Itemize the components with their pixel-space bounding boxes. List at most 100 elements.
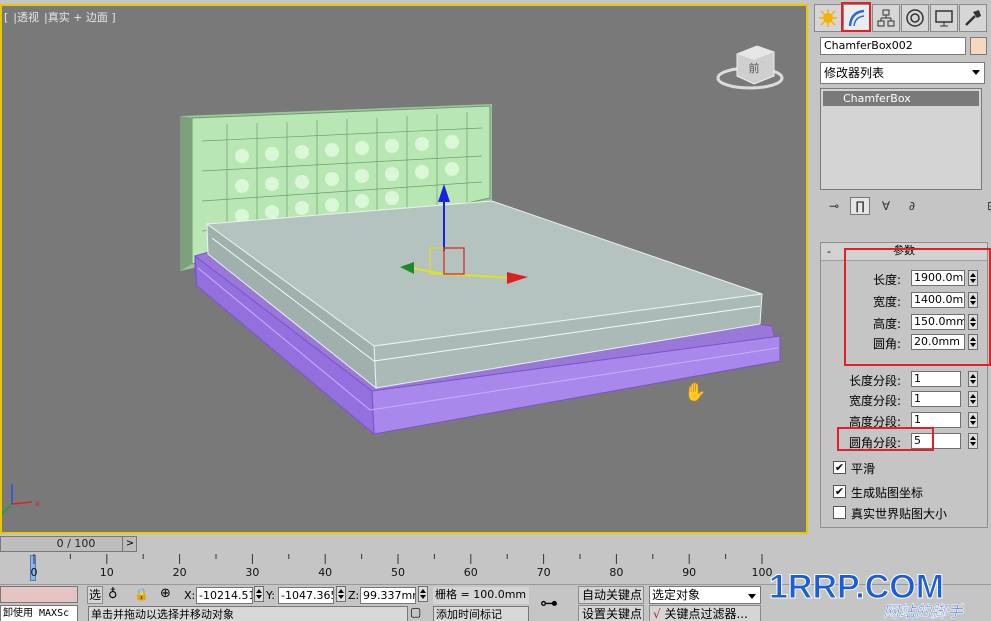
viewcube-face-label: 前 <box>749 61 760 75</box>
object-name-field[interactable]: ChamferBox002 <box>820 37 966 55</box>
height-segs-input[interactable]: 1 <box>911 412 961 428</box>
key-filters-button[interactable]: √ 关键点过滤器... <box>649 605 761 621</box>
stack-item-chamferbox[interactable]: ChamferBox <box>823 91 979 106</box>
lock-icon[interactable]: 🔒 <box>134 587 149 601</box>
modifier-list-dropdown[interactable]: 修改器列表 <box>820 62 985 84</box>
tick-label: 80 <box>609 566 624 579</box>
maxscript-mini-listener[interactable]: 卸使用 MAXSc <box>0 605 78 621</box>
param-label: 长度分段: <box>848 374 901 388</box>
tab-motion[interactable] <box>901 4 929 32</box>
hand-cursor-icon: ✋ <box>684 381 706 403</box>
axis-tripod-icon: x <box>2 484 40 515</box>
utilities-icon <box>965 10 981 26</box>
auto-key-button[interactable]: 自动关键点 <box>578 586 644 604</box>
display-icon <box>935 10 953 27</box>
create-icon <box>819 9 837 27</box>
fillet-segs-input[interactable]: 5 <box>911 433 961 449</box>
z-label: Z: <box>348 589 360 602</box>
z-coordinate-input[interactable]: 99.337mm <box>360 587 416 604</box>
key-icon[interactable]: ⊶ <box>540 593 558 614</box>
perspective-viewport[interactable]: [|透视 |真实 + 边面 ] 前 ✋ x <box>0 4 808 534</box>
spinner-icon[interactable] <box>968 314 978 330</box>
param-width-input[interactable]: 1400.0mm <box>911 292 965 308</box>
chevron-down-icon <box>972 70 980 75</box>
tick-label: 20 <box>172 566 187 579</box>
spinner-icon[interactable] <box>968 391 978 407</box>
key-filter-icon: √ <box>653 607 661 621</box>
param-height-segs: 高度分段: 1 <box>821 412 989 430</box>
rollout-header[interactable]: - 参数 <box>821 243 987 261</box>
pin-stack-icon[interactable]: ⊸ <box>824 197 844 215</box>
param-fillet: 圆角: 20.0mm <box>821 334 989 352</box>
modifier-list-label: 修改器列表 <box>824 66 885 80</box>
collapse-icon: - <box>827 245 831 258</box>
add-time-tag[interactable]: 添加时间标记 <box>433 606 529 621</box>
chevron-down-icon <box>748 594 756 599</box>
show-end-result-icon[interactable]: ∏ <box>850 197 870 215</box>
spinner-icon[interactable] <box>968 334 978 350</box>
key-mode-dropdown[interactable]: 选定对象 <box>649 586 761 604</box>
timeline: 0 / 100 > 0 10 20 30 40 50 60 70 80 90 100 <box>0 534 808 584</box>
x-coordinate-input[interactable]: -10214.51 <box>196 587 253 604</box>
y-label: Y: <box>266 589 275 602</box>
isolate-icon[interactable]: ♁ <box>108 587 118 602</box>
viewcube[interactable]: 前 <box>716 45 784 90</box>
param-label: 高度分段: <box>848 415 901 429</box>
command-panel: ChamferBox002 修改器列表 ChamferBox ⊸ ∏ ∀ ∂ ⊞… <box>810 0 991 534</box>
status-bar: 卸使用 MAXSc 选 ♁ 🔒 ⊕ X: -10214.51 Y: -1047.… <box>0 584 991 621</box>
frame-counter[interactable]: 0 / 100 <box>31 537 121 551</box>
smooth-checkbox[interactable]: ✔ <box>833 461 846 474</box>
spinner-icon[interactable] <box>968 292 978 308</box>
time-tag-icon[interactable]: ▢ <box>410 605 421 619</box>
modify-icon <box>848 9 865 27</box>
param-fillet-input[interactable]: 20.0mm <box>911 334 965 350</box>
param-label: 圆角: <box>872 337 901 351</box>
width-segs-input[interactable]: 1 <box>911 391 961 407</box>
bed-scene: 前 ✋ x <box>2 45 784 515</box>
param-height-input[interactable]: 150.0mm <box>911 314 965 330</box>
configure-sets-icon[interactable]: ⊞ <box>982 197 991 215</box>
absolute-mode-icon[interactable]: ⊕ <box>160 586 171 601</box>
selection-lock-toggle[interactable]: 选 <box>87 586 103 604</box>
param-label: 长度: <box>872 273 901 287</box>
spinner-icon[interactable] <box>968 371 978 387</box>
param-label: 高度: <box>872 317 901 331</box>
tab-utilities[interactable] <box>959 4 987 32</box>
tick-label: 0 <box>30 566 38 579</box>
modifier-stack[interactable]: ChamferBox <box>820 88 982 190</box>
gen-mapping-checkbox[interactable]: ✔ <box>833 485 846 498</box>
next-frame-button[interactable]: > <box>122 537 137 551</box>
real-world-checkbox[interactable] <box>833 506 846 519</box>
object-color-swatch[interactable] <box>970 37 987 55</box>
spinner-icon[interactable] <box>968 433 978 449</box>
tab-create[interactable] <box>814 4 842 32</box>
tick-label: 30 <box>245 566 260 579</box>
tab-hierarchy[interactable] <box>872 4 900 32</box>
tab-display[interactable] <box>930 4 958 32</box>
time-slider[interactable]: 0 / 100 > <box>0 536 137 552</box>
spinner-icon[interactable] <box>968 412 978 428</box>
spinner-icon[interactable] <box>254 586 264 602</box>
tick-label: 50 <box>391 566 405 579</box>
param-label: 圆角分段: <box>848 436 901 450</box>
set-key-button[interactable]: 设置关键点 <box>578 605 644 621</box>
param-label: 宽度: <box>872 295 901 309</box>
param-width: 宽度: 1400.0mm <box>821 292 989 310</box>
tick-label: 100 <box>751 566 773 579</box>
param-length-input[interactable]: 1900.0mm <box>911 270 965 286</box>
maxscript-listener-top[interactable] <box>0 586 78 603</box>
param-height: 高度: 150.0mm <box>821 314 989 332</box>
rollout-title: 参数 <box>893 244 915 257</box>
tab-modify[interactable] <box>843 4 871 32</box>
remove-modifier-icon[interactable]: ∂ <box>902 197 922 215</box>
make-unique-icon[interactable]: ∀ <box>876 197 896 215</box>
spinner-icon[interactable] <box>968 270 978 286</box>
spinner-icon[interactable] <box>336 586 346 602</box>
length-segs-input[interactable]: 1 <box>911 371 961 387</box>
spinner-icon[interactable] <box>418 586 428 602</box>
motion-icon <box>906 9 924 27</box>
y-coordinate-input[interactable]: -1047.365 <box>278 587 334 604</box>
tick-label: 90 <box>682 566 697 579</box>
gen-mapping-label: 生成贴图坐标 <box>851 486 924 500</box>
